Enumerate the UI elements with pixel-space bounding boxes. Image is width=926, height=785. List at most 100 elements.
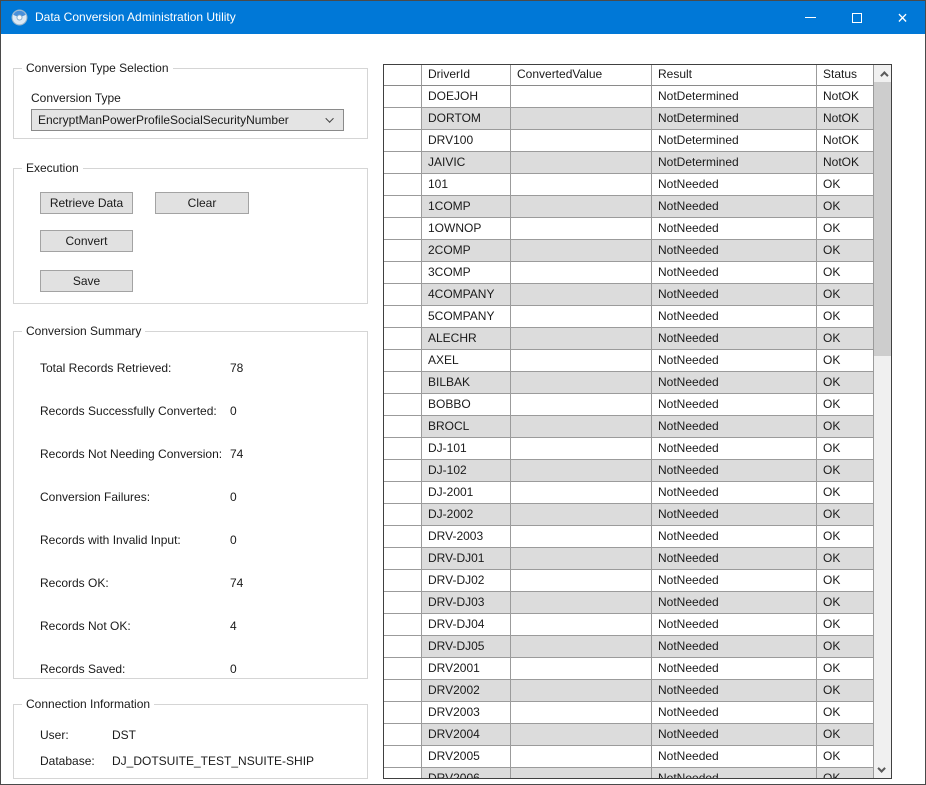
grid-cell[interactable]: [511, 394, 652, 416]
row-selector[interactable]: [384, 306, 422, 328]
grid-cell[interactable]: DRV2001: [422, 658, 511, 680]
grid-cell[interactable]: NotNeeded: [652, 658, 817, 680]
grid-cell[interactable]: OK: [817, 372, 874, 394]
grid-cell[interactable]: NotNeeded: [652, 372, 817, 394]
grid-cell[interactable]: OK: [817, 768, 874, 778]
grid-cell[interactable]: [511, 460, 652, 482]
grid-cell[interactable]: DRV-DJ04: [422, 614, 511, 636]
grid-cell[interactable]: NotNeeded: [652, 548, 817, 570]
grid-cell[interactable]: OK: [817, 526, 874, 548]
grid-cell[interactable]: [511, 636, 652, 658]
grid-cell[interactable]: DRV-DJ02: [422, 570, 511, 592]
grid-cell[interactable]: OK: [817, 328, 874, 350]
grid-cell[interactable]: NotNeeded: [652, 394, 817, 416]
grid-cell[interactable]: OK: [817, 438, 874, 460]
grid-cell[interactable]: [511, 284, 652, 306]
grid-cell[interactable]: NotNeeded: [652, 240, 817, 262]
grid-cell[interactable]: NotNeeded: [652, 284, 817, 306]
grid-cell[interactable]: NotNeeded: [652, 746, 817, 768]
grid-cell[interactable]: [511, 240, 652, 262]
row-selector[interactable]: [384, 526, 422, 548]
grid-cell[interactable]: [511, 746, 652, 768]
retrieve-data-button[interactable]: Retrieve Data: [40, 192, 133, 214]
grid-cell[interactable]: DRV2004: [422, 724, 511, 746]
grid-cell[interactable]: 3COMP: [422, 262, 511, 284]
grid-cell[interactable]: DRV2006: [422, 768, 511, 778]
grid-cell[interactable]: NotNeeded: [652, 526, 817, 548]
grid-cell[interactable]: OK: [817, 570, 874, 592]
grid-cell[interactable]: [511, 174, 652, 196]
grid-cell[interactable]: DORTOM: [422, 108, 511, 130]
maximize-button[interactable]: [834, 1, 879, 34]
grid-scrollbar[interactable]: [874, 65, 891, 778]
grid-cell[interactable]: OK: [817, 636, 874, 658]
grid-cell[interactable]: OK: [817, 680, 874, 702]
grid-cell[interactable]: DJ-102: [422, 460, 511, 482]
row-selector[interactable]: [384, 724, 422, 746]
minimize-button[interactable]: [788, 1, 833, 34]
row-selector[interactable]: [384, 504, 422, 526]
grid-cell[interactable]: OK: [817, 394, 874, 416]
row-selector[interactable]: [384, 438, 422, 460]
column-header[interactable]: Result: [652, 65, 817, 86]
grid-corner-header[interactable]: [384, 65, 422, 86]
grid-cell[interactable]: OK: [817, 218, 874, 240]
grid-cell[interactable]: ALECHR: [422, 328, 511, 350]
grid-cell[interactable]: [511, 680, 652, 702]
grid-cell[interactable]: NotOK: [817, 130, 874, 152]
grid-cell[interactable]: NotNeeded: [652, 592, 817, 614]
grid-cell[interactable]: DRV-DJ05: [422, 636, 511, 658]
save-button[interactable]: Save: [40, 270, 133, 292]
grid-cell[interactable]: AXEL: [422, 350, 511, 372]
grid-cell[interactable]: NotNeeded: [652, 570, 817, 592]
grid-cell[interactable]: DRV2005: [422, 746, 511, 768]
grid-cell[interactable]: NotDetermined: [652, 130, 817, 152]
grid-cell[interactable]: OK: [817, 482, 874, 504]
row-selector[interactable]: [384, 86, 422, 108]
grid-cell[interactable]: NotNeeded: [652, 438, 817, 460]
grid-cell[interactable]: [511, 438, 652, 460]
grid-cell[interactable]: [511, 614, 652, 636]
grid-cell[interactable]: [511, 416, 652, 438]
row-selector[interactable]: [384, 174, 422, 196]
row-selector[interactable]: [384, 350, 422, 372]
grid-cell[interactable]: 4COMPANY: [422, 284, 511, 306]
grid-cell[interactable]: [511, 592, 652, 614]
row-selector[interactable]: [384, 460, 422, 482]
close-button[interactable]: ×: [880, 1, 925, 34]
column-header[interactable]: Status: [817, 65, 874, 86]
grid-cell[interactable]: NotOK: [817, 108, 874, 130]
grid-cell[interactable]: 101: [422, 174, 511, 196]
column-header[interactable]: DriverId: [422, 65, 511, 86]
grid-cell[interactable]: [511, 328, 652, 350]
row-selector[interactable]: [384, 548, 422, 570]
grid-cell[interactable]: OK: [817, 350, 874, 372]
grid-cell[interactable]: DJ-2002: [422, 504, 511, 526]
grid-cell[interactable]: [511, 724, 652, 746]
grid-cell[interactable]: NotNeeded: [652, 328, 817, 350]
grid-cell[interactable]: OK: [817, 196, 874, 218]
grid-cell[interactable]: NotNeeded: [652, 636, 817, 658]
row-selector[interactable]: [384, 416, 422, 438]
clear-button[interactable]: Clear: [155, 192, 249, 214]
grid-cell[interactable]: NotNeeded: [652, 702, 817, 724]
grid-cell[interactable]: [511, 152, 652, 174]
scroll-down-button[interactable]: [874, 761, 891, 778]
row-selector[interactable]: [384, 482, 422, 504]
grid-cell[interactable]: OK: [817, 262, 874, 284]
grid-cell[interactable]: [511, 130, 652, 152]
row-selector[interactable]: [384, 372, 422, 394]
grid-cell[interactable]: NotDetermined: [652, 108, 817, 130]
grid-cell[interactable]: NotDetermined: [652, 86, 817, 108]
grid-cell[interactable]: OK: [817, 592, 874, 614]
grid-cell[interactable]: [511, 372, 652, 394]
grid-cell[interactable]: [511, 196, 652, 218]
grid-cell[interactable]: NotNeeded: [652, 614, 817, 636]
grid-cell[interactable]: 1OWNOP: [422, 218, 511, 240]
grid-cell[interactable]: [511, 86, 652, 108]
grid-cell[interactable]: NotNeeded: [652, 416, 817, 438]
grid-cell[interactable]: [511, 306, 652, 328]
row-selector[interactable]: [384, 658, 422, 680]
row-selector[interactable]: [384, 636, 422, 658]
row-selector[interactable]: [384, 196, 422, 218]
